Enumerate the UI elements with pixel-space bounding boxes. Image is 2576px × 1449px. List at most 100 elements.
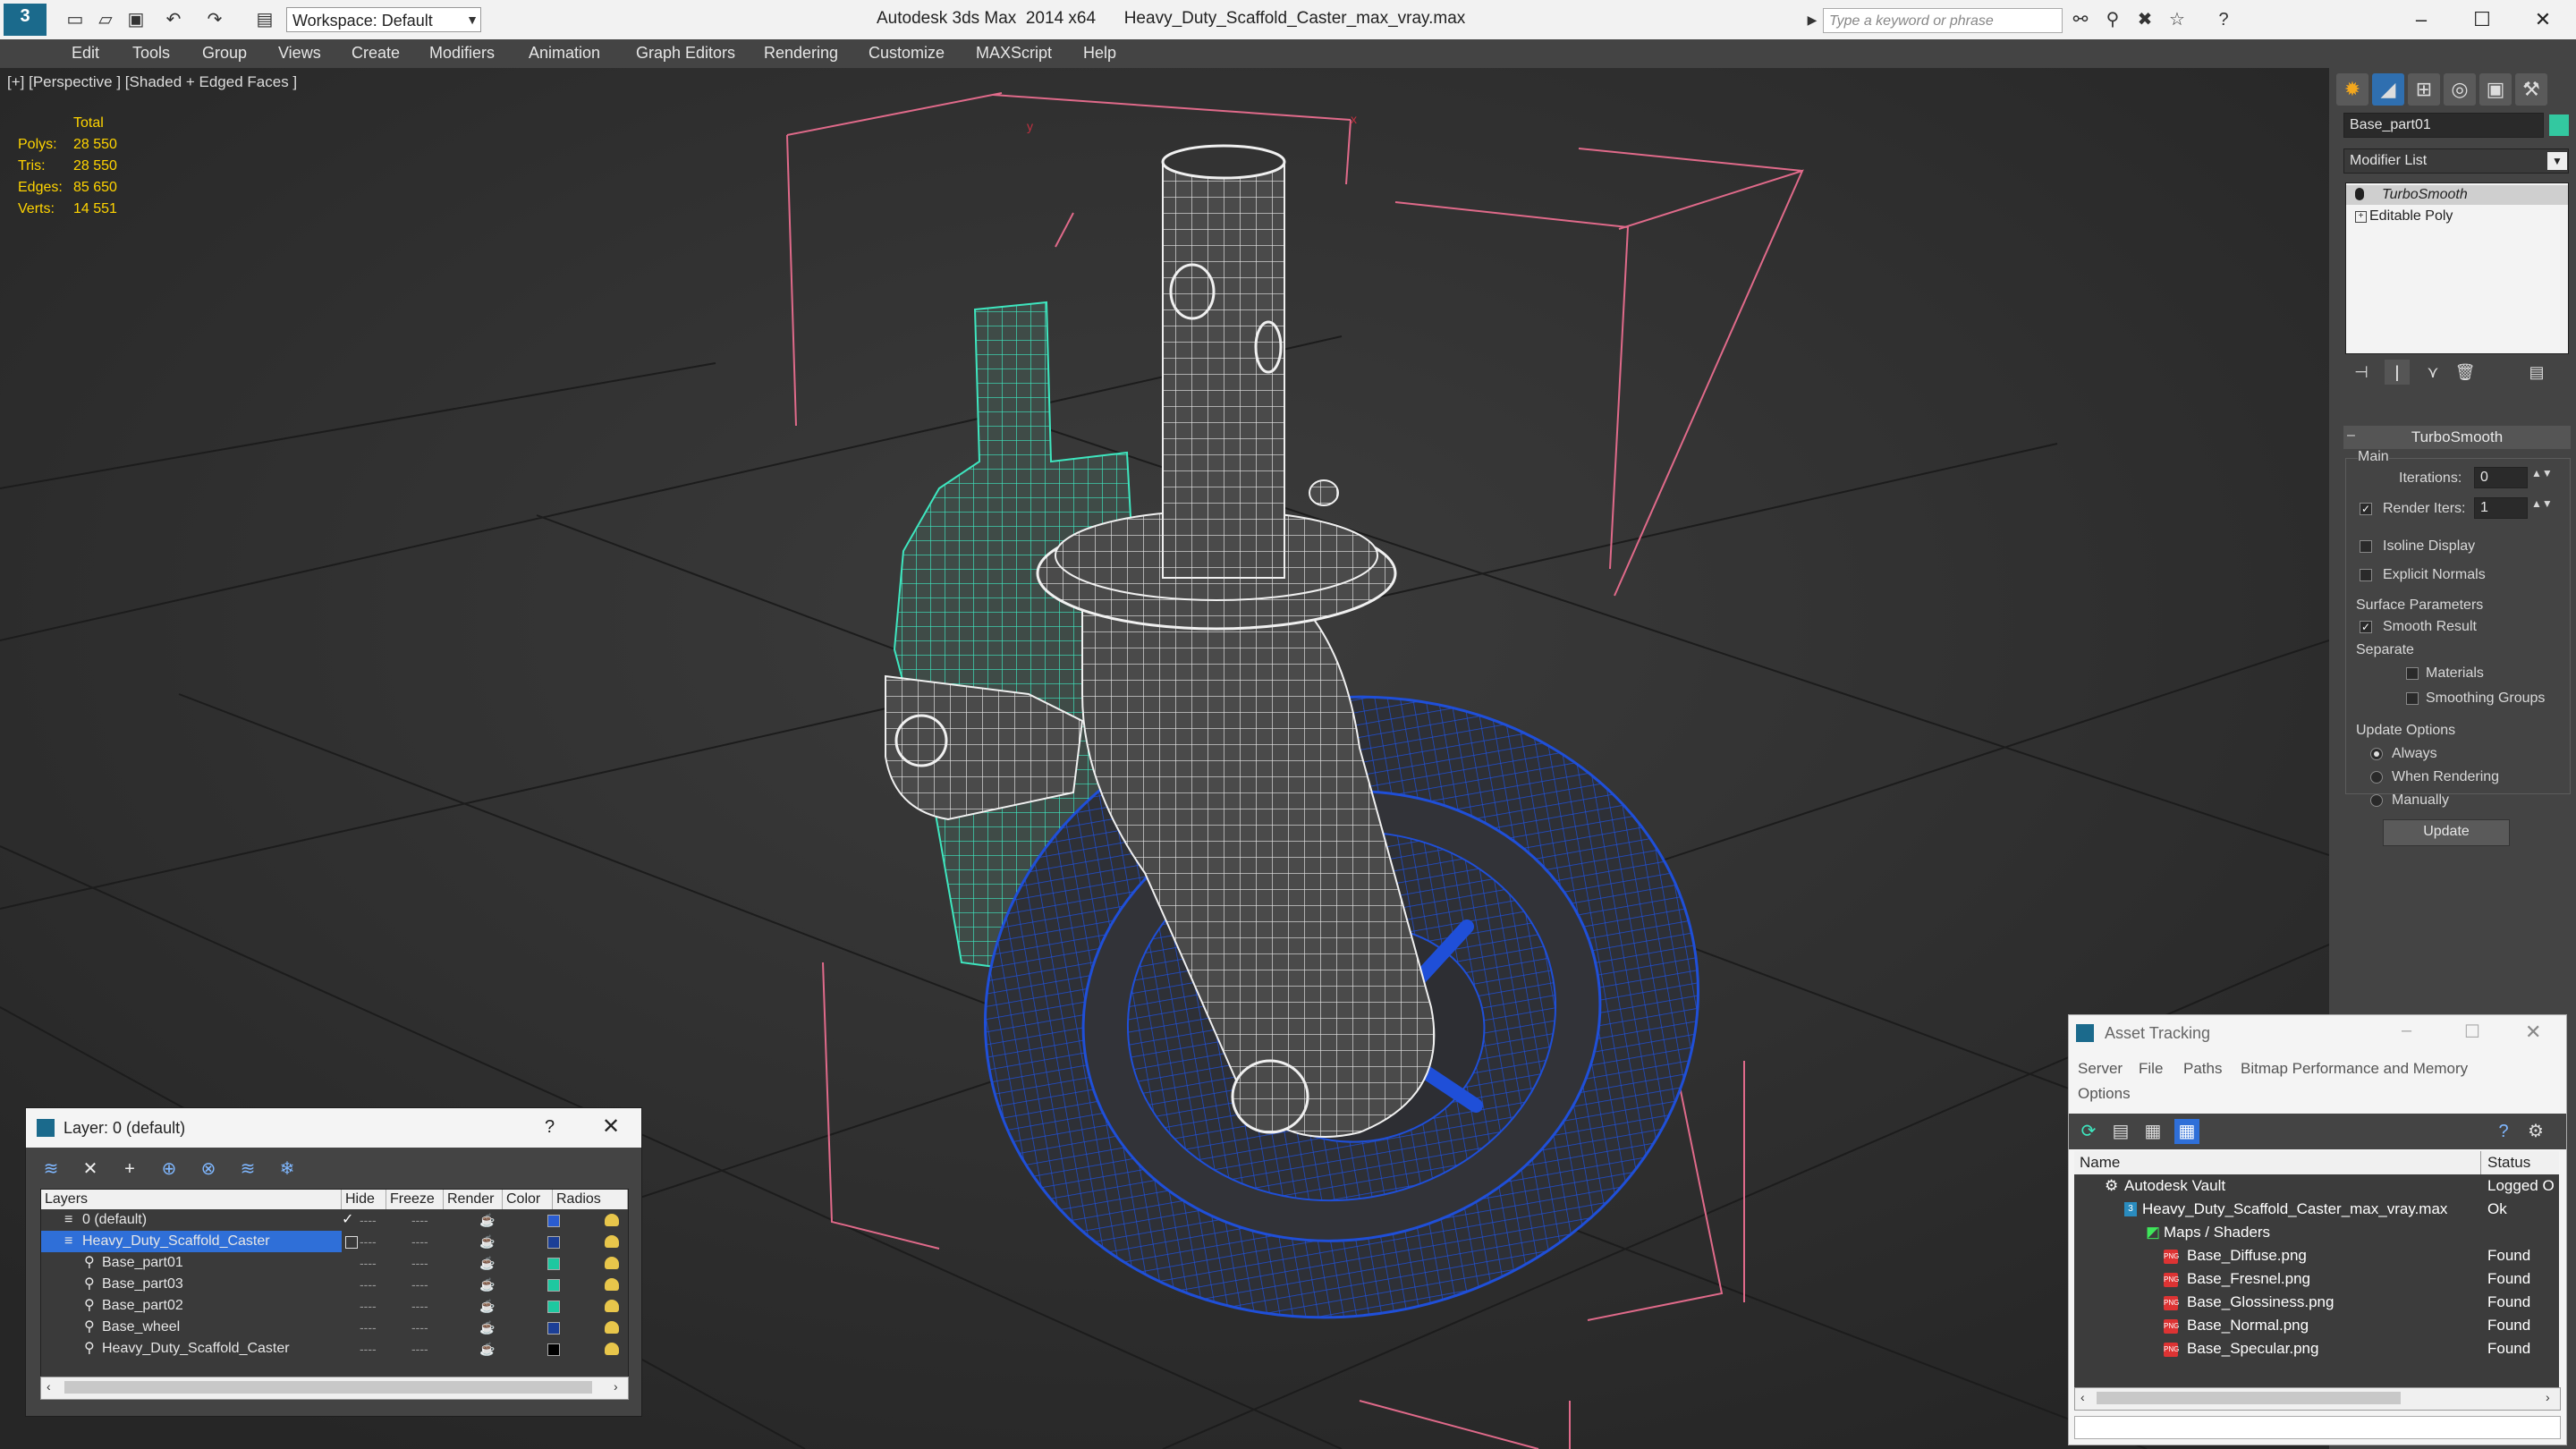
col-name[interactable]: Name <box>2080 1154 2120 1172</box>
render-teapot-icon[interactable]: ☕ <box>479 1317 495 1338</box>
render-iters-checkbox[interactable]: ✓ <box>2360 503 2372 515</box>
lightbulb-icon[interactable] <box>2355 188 2364 200</box>
turbosmooth-rollout-header[interactable]: TurboSmooth <box>2343 426 2571 449</box>
highlight-layer-icon[interactable]: ⊗ <box>196 1157 221 1182</box>
create-tab-icon[interactable]: ✹ <box>2336 73 2368 106</box>
pin-stack-icon[interactable]: ⊣ <box>2349 360 2374 385</box>
radiosity-bulb-icon[interactable] <box>605 1214 619 1226</box>
communication-icon[interactable]: ✖ <box>2132 7 2157 32</box>
object-color-swatch[interactable] <box>547 1258 560 1270</box>
radiosity-bulb-icon[interactable] <box>605 1257 619 1269</box>
col-status[interactable]: Status <box>2487 1154 2530 1172</box>
freeze-toggle[interactable]: ---- <box>411 1338 428 1360</box>
spinner-arrows-icon[interactable]: ▲▼ <box>2531 497 2553 510</box>
modifier-list-dropdown[interactable]: Modifier List <box>2343 148 2569 174</box>
hide-toggle[interactable]: ---- <box>360 1252 377 1274</box>
materials-checkbox[interactable] <box>2406 667 2419 680</box>
set-current-box[interactable] <box>345 1236 358 1249</box>
menu-maxscript[interactable]: MAXScript <box>976 44 1052 63</box>
help-icon[interactable]: ? <box>2211 7 2236 32</box>
favorites-star-icon[interactable]: ☆ <box>2165 7 2190 32</box>
radiosity-bulb-icon[interactable] <box>605 1343 619 1355</box>
col-freeze[interactable]: Freeze <box>386 1190 444 1209</box>
spinner-arrows-icon[interactable]: ▲▼ <box>2531 467 2553 479</box>
list-view-icon[interactable]: ▤ <box>2108 1119 2133 1144</box>
layer-color-swatch[interactable] <box>547 1215 560 1227</box>
expand-plus-icon[interactable]: + <box>2355 211 2367 223</box>
object-name-field[interactable]: Base_part01 <box>2343 113 2544 138</box>
show-end-result-icon[interactable]: | <box>2385 360 2410 385</box>
radiosity-bulb-icon[interactable] <box>605 1300 619 1312</box>
render-teapot-icon[interactable]: ☕ <box>479 1231 495 1252</box>
binoculars-icon[interactable]: ⚯ <box>2068 7 2093 32</box>
asset-row[interactable]: PNG Base_Glossiness.png Found <box>2074 1291 2559 1315</box>
asset-row[interactable]: ◩ Maps / Shaders <box>2074 1221 2559 1245</box>
hide-toggle[interactable]: ---- <box>360 1209 377 1231</box>
render-teapot-icon[interactable]: ☕ <box>479 1209 495 1231</box>
hide-toggle[interactable]: ---- <box>360 1274 377 1295</box>
scroll-right-icon[interactable]: › <box>2546 1390 2550 1404</box>
new-file-icon[interactable]: ▭ <box>63 7 88 32</box>
layer-color-swatch[interactable] <box>547 1236 560 1249</box>
close-icon[interactable]: ✕ <box>2525 1021 2541 1044</box>
menu-bitmap-performance[interactable]: Bitmap Performance and Memory <box>2241 1060 2468 1078</box>
menu-server[interactable]: Server <box>2078 1060 2123 1078</box>
close-icon[interactable]: ✕ <box>2521 4 2565 36</box>
col-layers[interactable]: Layers <box>41 1190 342 1209</box>
object-color-swatch[interactable] <box>547 1322 560 1335</box>
stack-item-turbosmooth[interactable]: TurboSmooth <box>2346 185 2568 205</box>
motion-tab-icon[interactable]: ◎ <box>2444 73 2476 106</box>
open-file-icon[interactable]: ▱ <box>93 7 118 32</box>
object-row[interactable]: ⚲ Heavy_Duty_Scaffold_Caster ---- ---- ☕ <box>41 1338 624 1360</box>
object-row[interactable]: ⚲ Base_part01 ---- ---- ☕ <box>41 1252 624 1274</box>
menu-edit[interactable]: Edit <box>72 44 99 63</box>
minimize-icon[interactable]: – <box>2402 1021 2411 1041</box>
settings-icon[interactable]: ⚙ <box>2523 1119 2548 1144</box>
render-teapot-icon[interactable]: ☕ <box>479 1274 495 1295</box>
asset-row[interactable]: PNG Base_Specular.png Found <box>2074 1337 2559 1361</box>
update-when-rendering-radio[interactable] <box>2370 771 2383 784</box>
smooth-result-checkbox[interactable]: ✓ <box>2360 621 2372 633</box>
save-icon[interactable]: ▣ <box>123 7 148 32</box>
close-icon[interactable]: ✕ <box>602 1114 620 1140</box>
layer-row[interactable]: ≡ 0 (default) ✓ ---- ---- ☕ <box>41 1209 624 1231</box>
isoline-display-checkbox[interactable] <box>2360 540 2372 553</box>
project-folder-icon[interactable]: ▤ <box>252 7 277 32</box>
help-button[interactable]: ? <box>545 1117 555 1138</box>
render-iters-spinner[interactable]: 1 <box>2474 497 2528 519</box>
viewport-label[interactable]: [+] [Perspective ] [Shaded + Edged Faces… <box>7 73 297 91</box>
workspace-dropdown[interactable]: Workspace: Default <box>286 7 481 32</box>
freeze-toggle[interactable]: ---- <box>411 1252 428 1274</box>
remove-modifier-icon[interactable]: 🗑 <box>2453 360 2478 385</box>
menu-help[interactable]: Help <box>1083 44 1116 63</box>
chevron-down-icon[interactable]: ▼ <box>2547 152 2567 170</box>
layer-horizontal-scrollbar[interactable]: ‹ › <box>40 1377 629 1400</box>
col-color[interactable]: Color <box>503 1190 553 1209</box>
minimize-icon[interactable]: – <box>2399 4 2444 36</box>
redo-icon[interactable]: ↷ <box>202 7 227 32</box>
hide-toggle[interactable]: ---- <box>360 1295 377 1317</box>
asset-row[interactable]: PNG Base_Diffuse.png Found <box>2074 1244 2559 1268</box>
tree-view-icon[interactable]: ▦ <box>2140 1119 2165 1144</box>
delete-layer-icon[interactable]: ✕ <box>78 1157 103 1182</box>
scrollbar-thumb[interactable] <box>2097 1392 2401 1404</box>
update-manually-radio[interactable] <box>2370 794 2383 807</box>
menu-views[interactable]: Views <box>278 44 321 63</box>
refresh-icon[interactable]: ⟳ <box>2076 1119 2101 1144</box>
col-radiosity[interactable]: Radios <box>553 1190 628 1209</box>
object-row[interactable]: ⚲ Base_part03 ---- ---- ☕ <box>41 1274 624 1295</box>
radiosity-bulb-icon[interactable] <box>605 1321 619 1334</box>
menu-graph-editors[interactable]: Graph Editors <box>636 44 735 63</box>
help-icon[interactable]: ? <box>2491 1119 2516 1144</box>
undo-icon[interactable]: ↶ <box>161 7 186 32</box>
hide-all-icon[interactable]: ≋ <box>235 1157 260 1182</box>
menu-customize[interactable]: Customize <box>869 44 945 63</box>
asset-horizontal-scrollbar[interactable]: ‹ › <box>2074 1387 2561 1411</box>
freeze-toggle[interactable]: ---- <box>411 1295 428 1317</box>
freeze-toggle[interactable]: ---- <box>411 1209 428 1231</box>
menu-group[interactable]: Group <box>202 44 247 63</box>
asset-row[interactable]: ⚙ Autodesk Vault Logged O <box>2074 1174 2559 1199</box>
object-row[interactable]: ⚲ Base_wheel ---- ---- ☕ <box>41 1317 624 1338</box>
menu-tools[interactable]: Tools <box>132 44 170 63</box>
new-layer-icon[interactable]: ≋ <box>38 1157 64 1182</box>
